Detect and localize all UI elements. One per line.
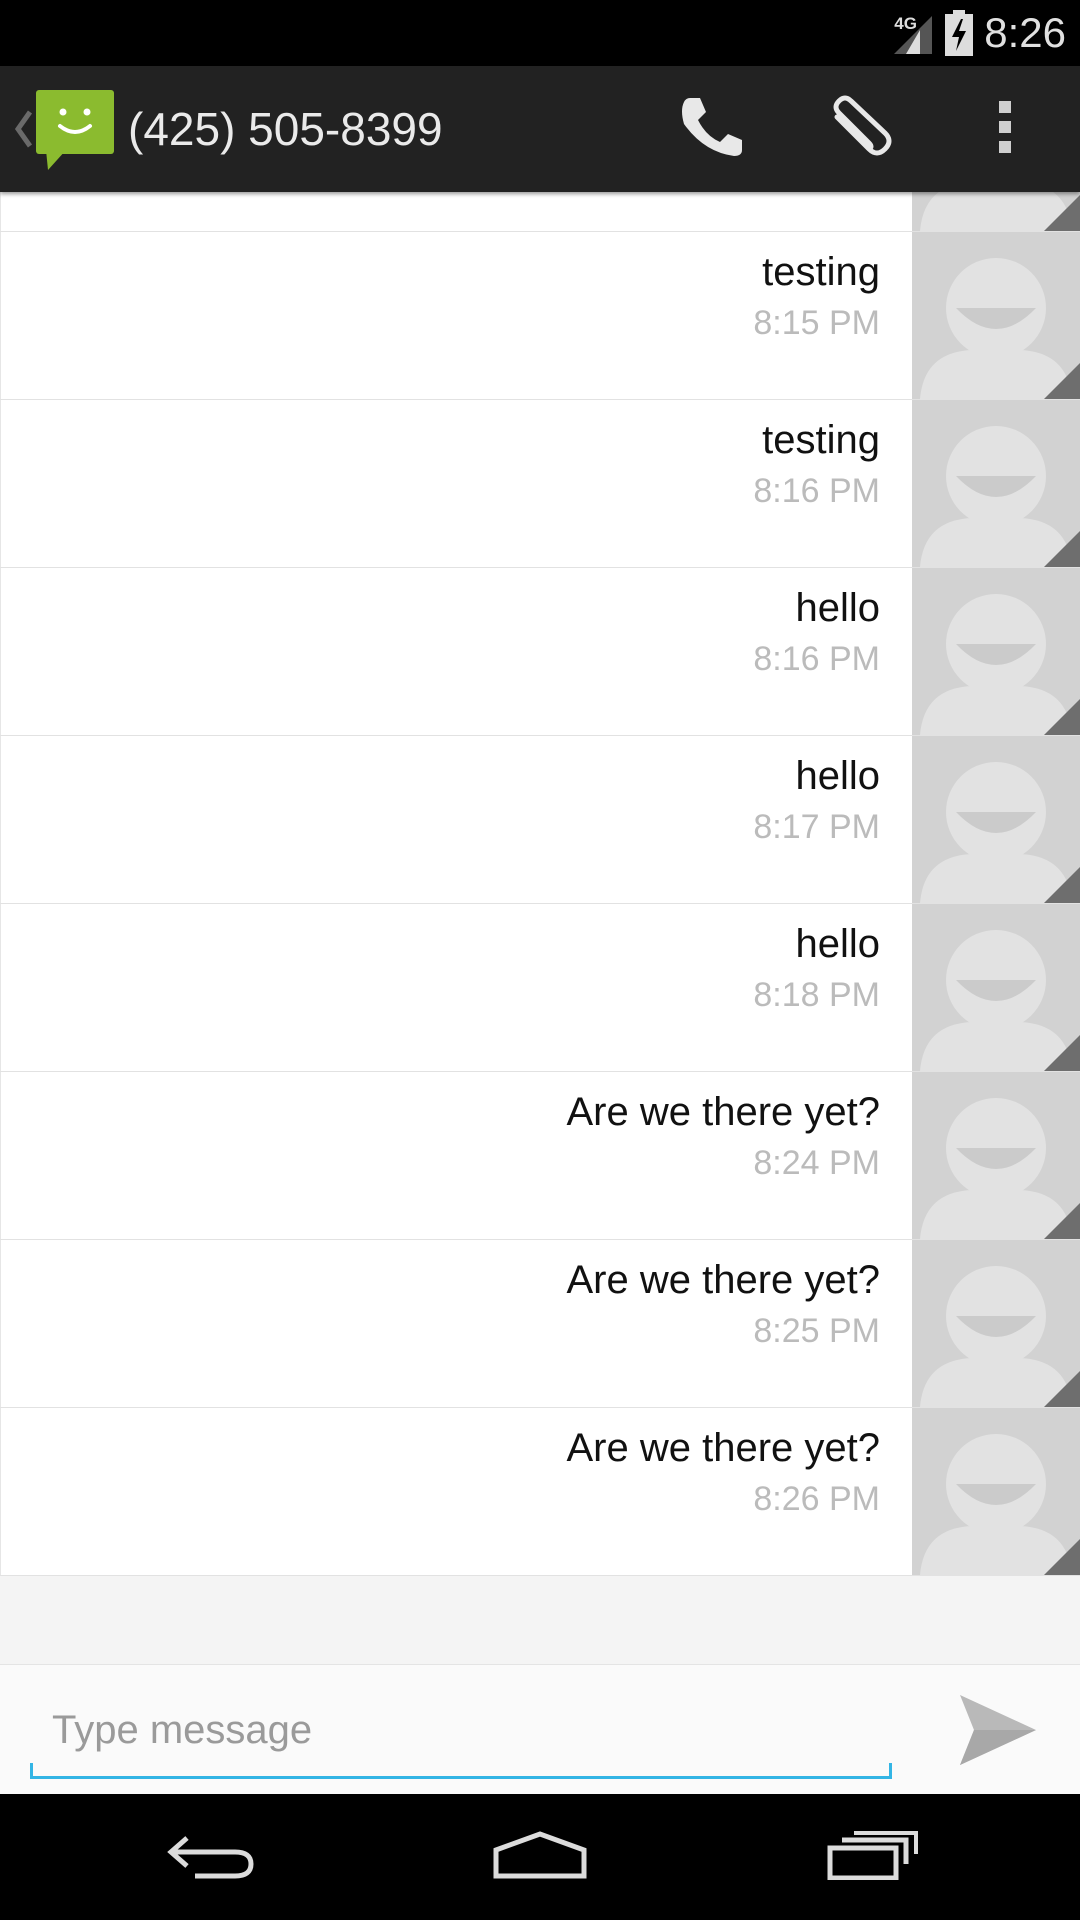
messaging-app-icon[interactable]	[36, 90, 114, 172]
contact-avatar[interactable]	[912, 1240, 1080, 1407]
contact-avatar[interactable]	[912, 568, 1080, 735]
attach-icon	[823, 95, 895, 164]
default-contact-icon	[912, 232, 1080, 399]
message-time: 8:17 PM	[753, 808, 880, 846]
back-icon	[165, 1830, 255, 1885]
input-underline-edge	[30, 1763, 33, 1779]
message-bubble[interactable]: Are we there yet? 8:24 PM	[0, 1072, 912, 1239]
message-bubble[interactable]: hello 8:18 PM	[0, 904, 912, 1071]
message-time: 8:25 PM	[753, 1312, 880, 1350]
back-caret-icon[interactable]	[10, 106, 34, 152]
status-icons: 4G 8:26	[894, 0, 1066, 66]
contact-avatar[interactable]	[912, 192, 1080, 231]
message-item[interactable]: Are we there yet? 8:26 PM	[0, 1408, 1080, 1576]
default-contact-icon	[912, 400, 1080, 567]
message-time: 8:16 PM	[753, 640, 880, 678]
contact-avatar[interactable]	[912, 1072, 1080, 1239]
default-contact-icon	[912, 192, 1080, 231]
default-contact-icon	[912, 904, 1080, 1071]
nav-back-button[interactable]	[120, 1794, 300, 1920]
nav-home-button[interactable]	[450, 1794, 630, 1920]
message-input[interactable]	[30, 1685, 892, 1779]
call-button[interactable]	[656, 66, 766, 192]
message-bubble[interactable]: Are we there yet? 8:25 PM	[0, 1240, 912, 1407]
message-text: hello	[795, 586, 880, 630]
message-bubble[interactable]: Are we there yet? 8:26 PM	[0, 1408, 912, 1575]
default-contact-icon	[912, 1072, 1080, 1239]
overflow-menu-icon	[997, 99, 1013, 160]
home-icon	[492, 1830, 588, 1885]
network-type-label: 4G	[894, 14, 917, 33]
default-contact-icon	[912, 568, 1080, 735]
navigation-bar	[0, 1794, 1080, 1920]
battery-charging-icon	[944, 10, 974, 56]
message-item[interactable]: hello 8:17 PM	[0, 736, 1080, 904]
compose-bar	[0, 1664, 1080, 1795]
contact-avatar[interactable]	[912, 232, 1080, 399]
send-button[interactable]	[948, 1687, 1048, 1777]
attach-button[interactable]	[804, 66, 914, 192]
message-bubble[interactable]: testing 8:15 PM	[0, 232, 912, 399]
message-list-content: testing 8:14 PM testing 8:15 PM	[0, 192, 1080, 1576]
message-text: hello	[795, 922, 880, 966]
message-bubble[interactable]: hello 8:17 PM	[0, 736, 912, 903]
contact-avatar[interactable]	[912, 736, 1080, 903]
contact-avatar[interactable]	[912, 904, 1080, 1071]
message-text: Are we there yet?	[566, 1426, 881, 1470]
message-time: 8:15 PM	[753, 304, 880, 342]
message-item[interactable]: testing 8:15 PM	[0, 232, 1080, 400]
phone-icon	[676, 94, 746, 165]
message-time: 8:24 PM	[753, 1144, 880, 1182]
message-time: 8:18 PM	[753, 976, 880, 1014]
message-text: Are we there yet?	[566, 1258, 881, 1302]
message-list[interactable]: testing 8:14 PM testing 8:15 PM	[0, 192, 1080, 1640]
status-time: 8:26	[984, 9, 1066, 56]
signal-icon: 4G	[894, 10, 934, 56]
message-bubble[interactable]: testing 8:16 PM	[0, 400, 912, 567]
message-bubble[interactable]: testing 8:14 PM	[0, 192, 912, 231]
contact-title[interactable]: (425) 505-8399	[128, 66, 443, 192]
message-text: testing	[762, 418, 880, 462]
nav-recents-button[interactable]	[782, 1794, 962, 1920]
message-item[interactable]: testing 8:14 PM	[0, 192, 1080, 232]
message-item[interactable]: hello 8:18 PM	[0, 904, 1080, 1072]
default-contact-icon	[912, 1240, 1080, 1407]
message-text: hello	[795, 754, 880, 798]
default-contact-icon	[912, 736, 1080, 903]
recents-icon	[826, 1830, 918, 1885]
status-bar: 4G 8:26	[0, 0, 1080, 66]
message-text: testing	[762, 250, 880, 294]
contact-avatar[interactable]	[912, 400, 1080, 567]
message-item[interactable]: Are we there yet? 8:25 PM	[0, 1240, 1080, 1408]
message-bubble[interactable]: hello 8:16 PM	[0, 568, 912, 735]
message-time: 8:26 PM	[753, 1480, 880, 1518]
message-text: Are we there yet?	[566, 1090, 881, 1134]
message-item[interactable]: hello 8:16 PM	[0, 568, 1080, 736]
message-item[interactable]: Are we there yet? 8:24 PM	[0, 1072, 1080, 1240]
overflow-menu-button[interactable]	[950, 66, 1060, 192]
contact-avatar[interactable]	[912, 1408, 1080, 1575]
send-icon	[958, 1693, 1038, 1772]
default-contact-icon	[912, 1408, 1080, 1575]
input-underline-edge	[889, 1763, 892, 1779]
message-item[interactable]: testing 8:16 PM	[0, 400, 1080, 568]
action-bar: (425) 505-8399	[0, 66, 1080, 192]
message-time: 8:16 PM	[753, 472, 880, 510]
